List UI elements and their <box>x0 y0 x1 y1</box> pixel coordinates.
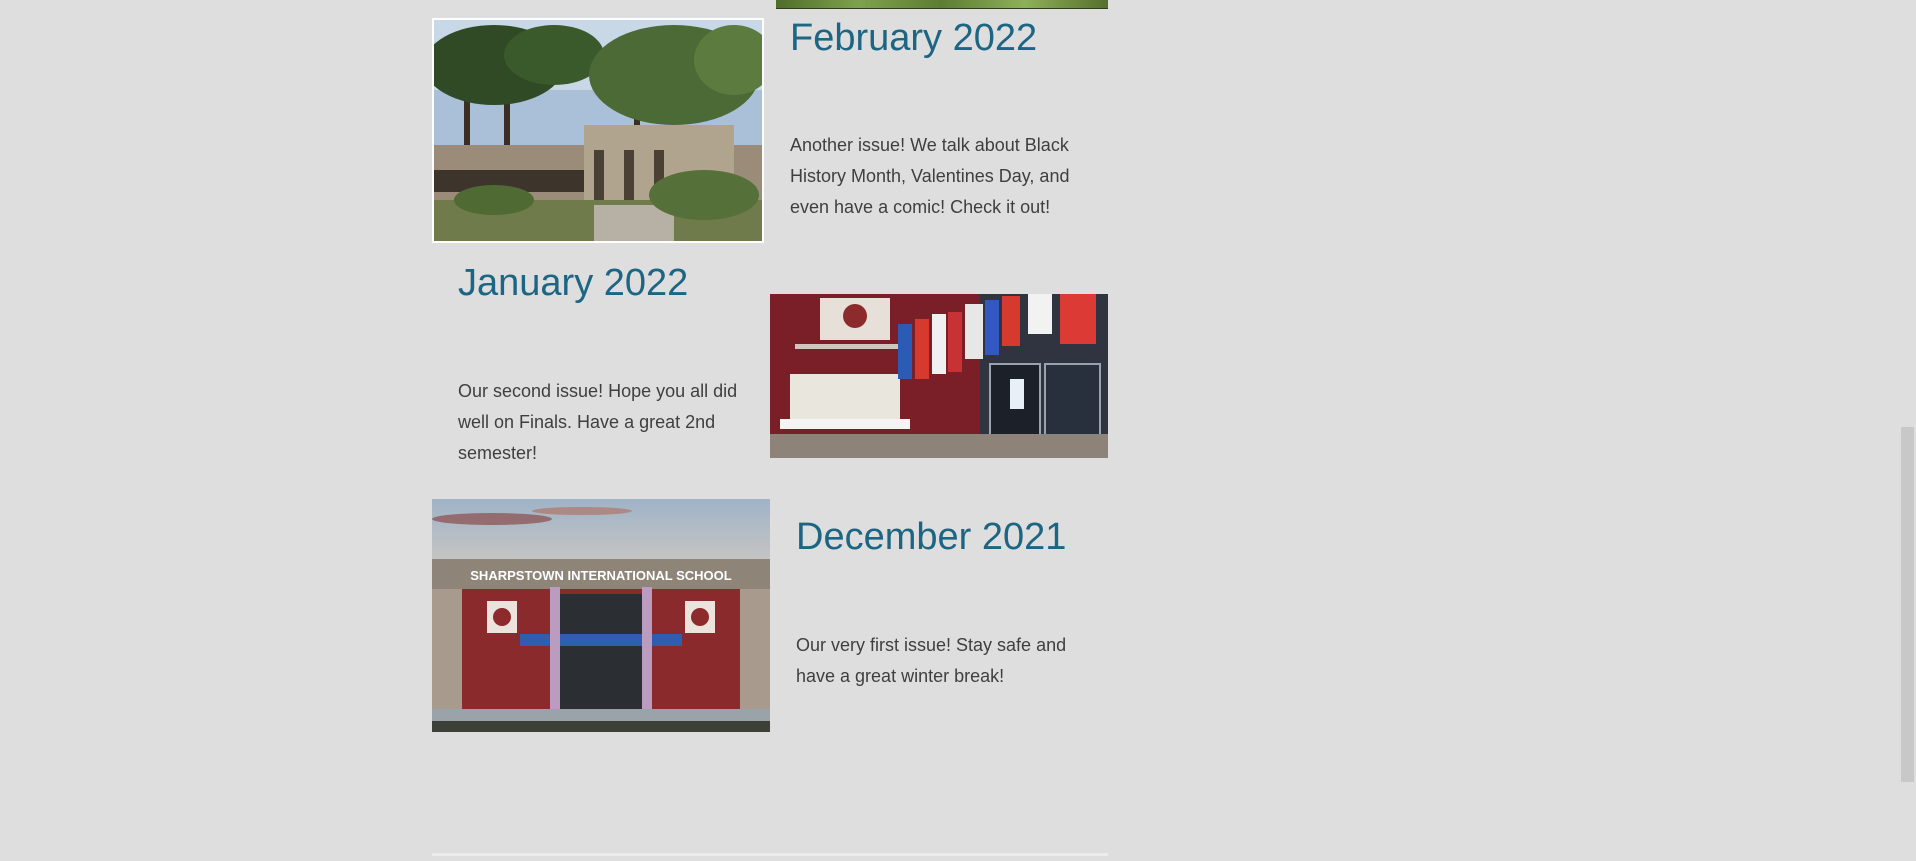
lobby-flags-photo-icon <box>770 294 1108 458</box>
issue-title-december-2021[interactable]: December 2021 <box>796 516 1066 559</box>
issue-title-january-2022[interactable]: January 2022 <box>458 262 688 305</box>
january-2022-image[interactable] <box>770 294 1108 458</box>
section-divider <box>432 853 1108 856</box>
campus-courtyard-photo-icon <box>434 20 762 241</box>
previous-issue-image[interactable] <box>776 0 1108 9</box>
issue-description-january-2022: Our second issue! Hope you all did well … <box>458 381 738 463</box>
issue-description-february-2022: Another issue! We talk about Black Histo… <box>790 135 1070 217</box>
december-2021-image[interactable]: SHARPSTOWN INTERNATIONAL SCHOOL <box>432 499 770 732</box>
building-sign: SHARPSTOWN INTERNATIONAL SCHOOL <box>470 568 732 583</box>
issue-description-december-2021: Our very first issue! Stay safe and have… <box>796 635 1067 686</box>
february-2022-image[interactable] <box>432 18 764 243</box>
school-entrance-rendering-icon: SHARPSTOWN INTERNATIONAL SCHOOL <box>432 499 770 732</box>
scrollbar-thumb[interactable] <box>1901 427 1914 782</box>
issue-title-february-2022[interactable]: February 2022 <box>790 17 1037 60</box>
